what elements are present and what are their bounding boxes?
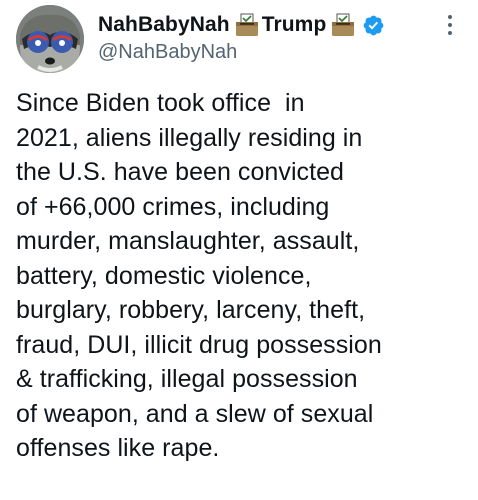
author-name-row[interactable]: NahBabyNah Trump: [98, 10, 385, 40]
tweet-line: battery, domestic violence,: [16, 261, 312, 290]
tweet-line: the U.S. have been convicted: [16, 158, 344, 186]
tweet-line: Since Biden took office in: [16, 89, 305, 117]
tweet-line: of +66,000 crimes, including: [16, 192, 330, 221]
tweet-line: of weapon, and a slew of sexual: [16, 399, 374, 428]
raccoon-avatar-icon: [16, 5, 84, 73]
more-options-icon[interactable]: [438, 12, 462, 38]
tweet-line: & trafficking, illegal possession: [16, 365, 358, 393]
tweet-text: Since Biden took office in 2021, aliens …: [16, 86, 471, 466]
tweet-line: burglary, robbery, larceny, theft,: [16, 296, 366, 324]
author-name-part1[interactable]: NahBabyNah: [98, 13, 230, 37]
tweet-line: murder, manslaughter, assault,: [16, 227, 360, 255]
avatar[interactable]: [16, 5, 84, 73]
ballot-box-icon: [330, 13, 356, 37]
tweet-line: 2021, aliens illegally residing in: [16, 123, 363, 152]
author-name-part2[interactable]: Trump: [262, 13, 327, 37]
verified-badge-icon: [362, 14, 385, 37]
author-handle[interactable]: @NahBabyNah: [98, 41, 237, 64]
ballot-box-icon: [234, 13, 260, 37]
tweet-card: NahBabyNah Trump @NahBabyNah Since Biden…: [0, 0, 478, 500]
tweet-line: offenses like rape.: [16, 434, 220, 462]
tweet-line: fraud, DUI, illicit drug possession: [16, 330, 382, 359]
